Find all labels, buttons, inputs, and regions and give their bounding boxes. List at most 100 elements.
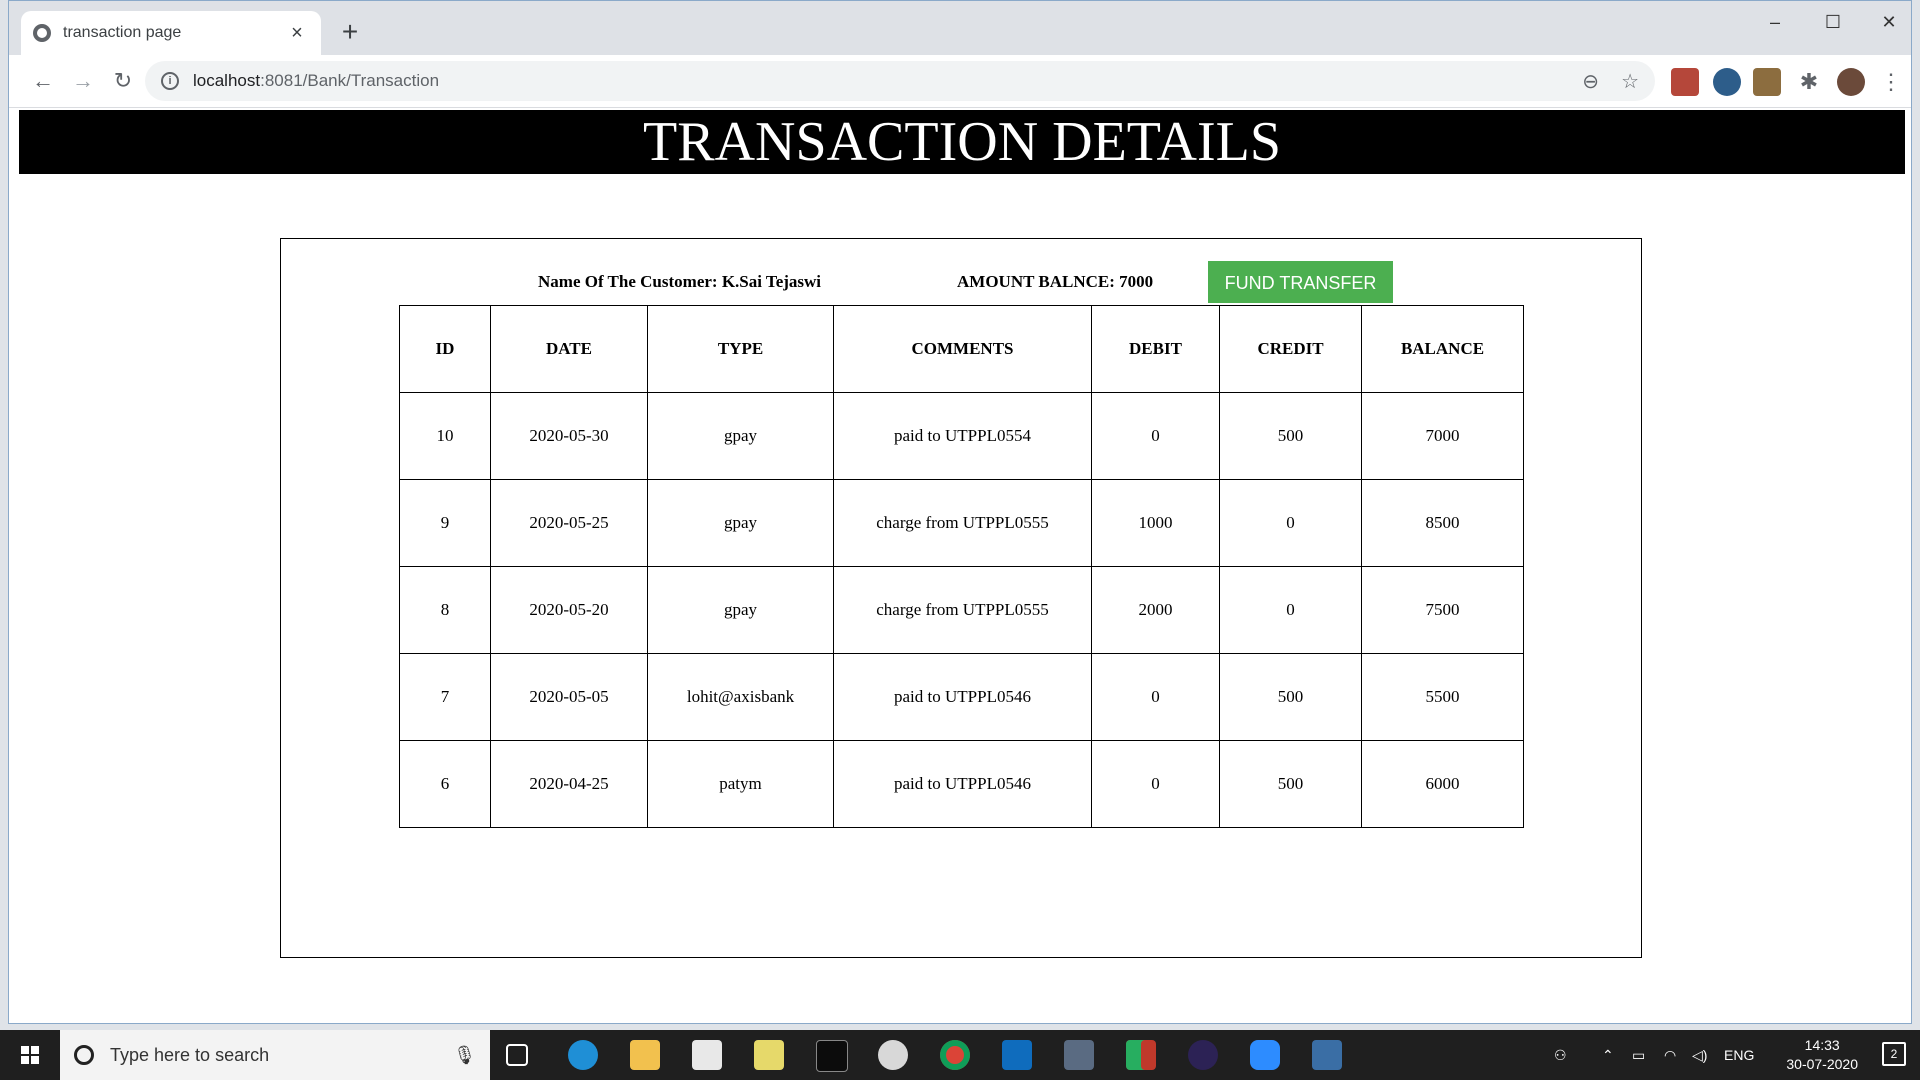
back-arrow-icon[interactable]: ← — [27, 65, 59, 97]
table-row: 9 2020-05-25 gpay charge from UTPPL0555 … — [399, 479, 1524, 567]
language-extension-icon[interactable] — [1713, 68, 1741, 96]
microphone-icon[interactable]: 🎙 — [453, 1045, 476, 1066]
cell-date: 2020-05-20 — [490, 566, 648, 654]
forward-arrow-icon[interactable]: → — [67, 65, 99, 97]
store-icon[interactable] — [692, 1040, 722, 1070]
workbench-icon[interactable] — [1312, 1040, 1342, 1070]
cell-debit: 0 — [1091, 740, 1220, 828]
close-window-button[interactable]: ✕ — [1861, 5, 1911, 39]
battery-icon[interactable]: ▭ — [1632, 1030, 1645, 1080]
browser-tab[interactable]: transaction page × — [21, 11, 321, 55]
volume-icon[interactable]: ◁) — [1692, 1030, 1707, 1080]
table-row: 8 2020-05-20 gpay charge from UTPPL0555 … — [399, 566, 1524, 654]
terminal-icon[interactable] — [816, 1040, 848, 1072]
cell-type: gpay — [647, 392, 834, 480]
tray-chevron-icon[interactable]: ⌃ — [1602, 1030, 1614, 1080]
table-row: 7 2020-05-05 lohit@axisbank paid to UTPP… — [399, 653, 1524, 741]
cell-type: gpay — [647, 566, 834, 654]
cell-credit: 500 — [1219, 653, 1362, 741]
cell-debit: 0 — [1091, 653, 1220, 741]
task-view-icon[interactable] — [506, 1044, 528, 1066]
cell-comments: paid to UTPPL0554 — [833, 392, 1092, 480]
cell-comments: charge from UTPPL0555 — [833, 479, 1092, 567]
header-date: DATE — [490, 305, 648, 393]
cell-credit: 0 — [1219, 479, 1362, 567]
table-row: 10 2020-05-30 gpay paid to UTPPL0554 0 5… — [399, 392, 1524, 480]
sticky-notes-icon[interactable] — [754, 1040, 784, 1070]
new-tab-button[interactable]: + — [335, 17, 365, 47]
wifi-icon[interactable]: ◠ — [1664, 1030, 1676, 1080]
site-info-icon[interactable]: i — [161, 72, 179, 90]
tab-title: transaction page — [63, 24, 182, 41]
url-text[interactable]: localhost:8081/Bank/Transaction — [193, 71, 1560, 91]
system-clock[interactable]: 14:33 30-07-2020 — [1786, 1036, 1858, 1074]
zoom-icon[interactable]: ⊖ — [1582, 69, 1599, 94]
cell-balance: 8500 — [1361, 479, 1524, 567]
chrome-icon[interactable] — [940, 1040, 970, 1070]
reload-icon[interactable]: ↻ — [107, 65, 139, 97]
cell-debit: 2000 — [1091, 566, 1220, 654]
zoom-app-icon[interactable] — [1250, 1040, 1280, 1070]
sql-tool-icon[interactable] — [1064, 1040, 1094, 1070]
maximize-button[interactable]: ☐ — [1805, 5, 1861, 39]
url-host: localhost — [193, 71, 261, 90]
header-credit: CREDIT — [1219, 305, 1362, 393]
notification-center-icon[interactable]: 2 — [1882, 1042, 1906, 1066]
browser-window: transaction page × + – ☐ ✕ ← → ↻ i local… — [8, 0, 1912, 1024]
page-title: TRANSACTION DETAILS — [19, 110, 1905, 174]
tab-close-icon[interactable]: × — [285, 22, 309, 45]
header-debit: DEBIT — [1091, 305, 1220, 393]
cell-id: 10 — [399, 392, 491, 480]
fund-transfer-button[interactable]: FUND TRANSFER — [1208, 261, 1393, 303]
cell-date: 2020-04-25 — [490, 740, 648, 828]
cell-date: 2020-05-30 — [490, 392, 648, 480]
cell-debit: 1000 — [1091, 479, 1220, 567]
cell-credit: 500 — [1219, 392, 1362, 480]
minimize-button[interactable]: – — [1747, 5, 1803, 39]
cell-balance: 5500 — [1361, 653, 1524, 741]
eclipse-icon[interactable] — [1188, 1040, 1218, 1070]
file-explorer-icon[interactable] — [630, 1040, 660, 1070]
cell-debit: 0 — [1091, 392, 1220, 480]
menu-kebab-icon[interactable]: ⋮ — [1877, 68, 1905, 96]
start-button[interactable] — [0, 1030, 58, 1080]
cell-comments: paid to UTPPL0546 — [833, 653, 1092, 741]
taskbar-search[interactable]: Type here to search 🎙 — [60, 1030, 490, 1080]
tab-strip: transaction page × + – ☐ ✕ — [9, 1, 1911, 55]
cell-type: lohit@axisbank — [647, 653, 834, 741]
pdf-extension-icon[interactable] — [1671, 68, 1699, 96]
clock-date: 30-07-2020 — [1786, 1056, 1858, 1072]
extensions-puzzle-icon[interactable]: ✱ — [1795, 68, 1823, 96]
cell-credit: 500 — [1219, 740, 1362, 828]
cell-balance: 7000 — [1361, 392, 1524, 480]
cell-comments: paid to UTPPL0546 — [833, 740, 1092, 828]
cell-date: 2020-05-05 — [490, 653, 648, 741]
people-icon[interactable]: ⚇ — [1554, 1030, 1567, 1080]
taskbar: Type here to search 🎙 ⚇ ⌃ ▭ ◠ ◁) ENG 14:… — [0, 1030, 1920, 1080]
language-indicator[interactable]: ENG — [1724, 1030, 1754, 1080]
cell-id: 7 — [399, 653, 491, 741]
windows-logo-icon — [21, 1046, 39, 1064]
media-extension-icon[interactable] — [1753, 68, 1781, 96]
amount-balance: AMOUNT BALNCE: 7000 — [957, 272, 1154, 291]
cell-balance: 7500 — [1361, 566, 1524, 654]
media-player-icon[interactable] — [878, 1040, 908, 1070]
profile-avatar[interactable] — [1837, 68, 1865, 96]
browser-toolbar: ← → ↻ i localhost:8081/Bank/Transaction … — [9, 55, 1911, 108]
page-content: TRANSACTION DETAILS Name Of The Customer… — [9, 108, 1911, 1023]
edge-icon[interactable] — [568, 1040, 598, 1070]
bookmark-star-icon[interactable]: ☆ — [1621, 69, 1639, 94]
table-row: 6 2020-04-25 patym paid to UTPPL0546 0 5… — [399, 740, 1524, 828]
cell-id: 8 — [399, 566, 491, 654]
cell-type: patym — [647, 740, 834, 828]
office-app-icon[interactable] — [1126, 1040, 1156, 1070]
cell-id: 9 — [399, 479, 491, 567]
mail-icon[interactable] — [1002, 1040, 1032, 1070]
header-comments: COMMENTS — [833, 305, 1092, 393]
cortana-icon — [74, 1045, 94, 1065]
header-balance: BALANCE — [1361, 305, 1524, 393]
cell-date: 2020-05-25 — [490, 479, 648, 567]
address-bar[interactable]: i localhost:8081/Bank/Transaction ⊖ ☆ — [145, 61, 1655, 101]
header-id: ID — [399, 305, 491, 393]
header-type: TYPE — [647, 305, 834, 393]
